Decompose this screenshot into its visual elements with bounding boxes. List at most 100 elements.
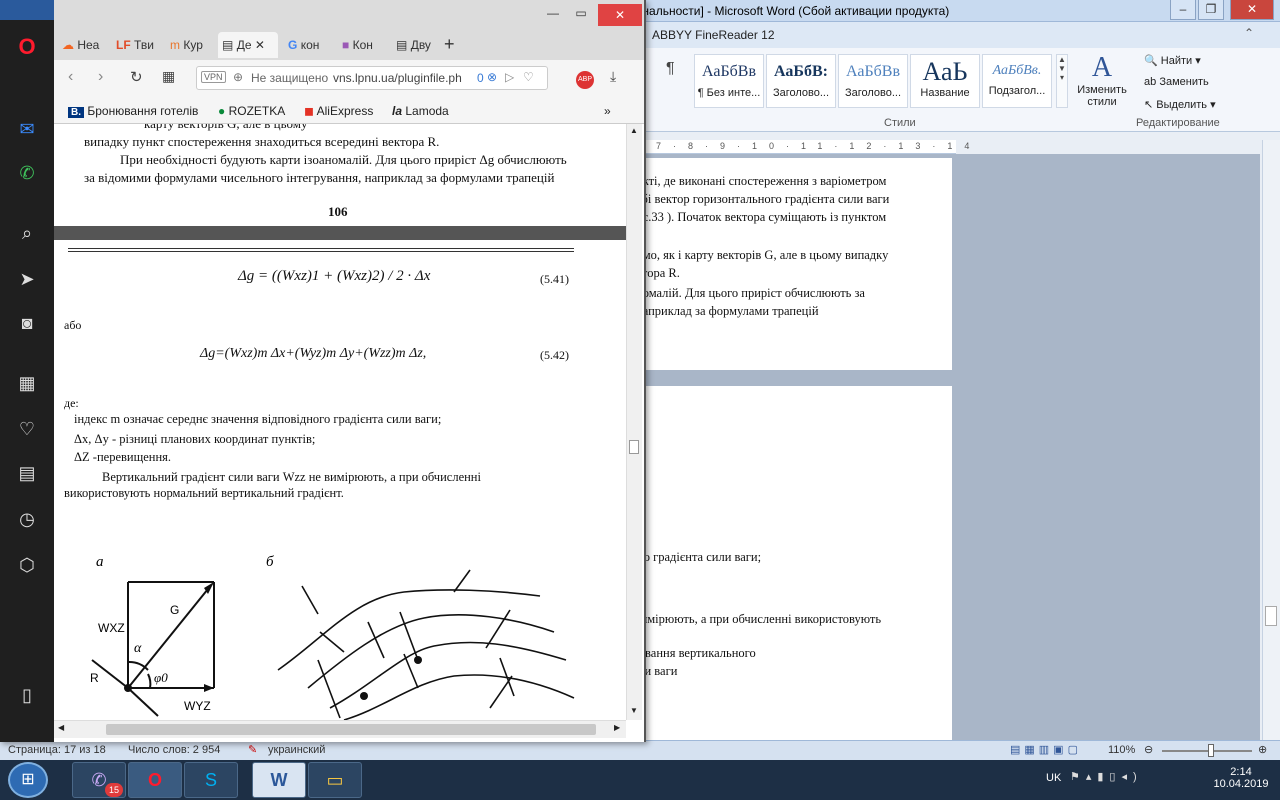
adblock-icon[interactable]: ABP xyxy=(576,68,594,89)
opera-vertical-scrollbar[interactable]: ▲ ▼ xyxy=(626,124,642,720)
label-alpha: α xyxy=(134,641,142,656)
style-subtitle[interactable]: АаБбВв. Подзагол... xyxy=(982,54,1052,108)
tabs-grid-icon[interactable]: ▦ xyxy=(162,68,175,85)
url-field[interactable]: VPN ⊕ Не защищено vns.lpnu.ua/pluginfile… xyxy=(196,66,548,90)
explorer-taskbar-button[interactable]: ▭ xyxy=(308,762,362,798)
tab[interactable]: LF Тви xyxy=(112,32,162,58)
scroll-thumb[interactable] xyxy=(1265,606,1277,626)
bookmark-rozetka[interactable]: ● ROZETKA xyxy=(218,104,285,118)
reload-icon[interactable]: ↻ xyxy=(130,68,143,86)
skype-taskbar-button[interactable]: S xyxy=(184,762,238,798)
clock[interactable]: 2:14 10.04.2019 xyxy=(1206,766,1276,790)
sidebar-toggle-icon[interactable]: ▯ xyxy=(14,682,40,708)
speed-dial-icon[interactable]: ▦ xyxy=(14,370,40,396)
label-phi: φ0 xyxy=(154,670,168,685)
history-icon[interactable]: ◷ xyxy=(14,506,40,532)
styles-scroll[interactable]: ▲ ▼ ▾ xyxy=(1056,54,1068,108)
hscroll-thumb[interactable] xyxy=(106,724,596,735)
word-taskbar-button[interactable]: W xyxy=(252,762,306,798)
proofing-icon[interactable]: ✎ xyxy=(248,743,257,756)
tab[interactable]: G кон xyxy=(284,32,334,58)
doc-line: ного градієнта сили ваги; xyxy=(626,550,762,564)
new-tab-icon[interactable]: + xyxy=(444,34,455,55)
opera-horizontal-scrollbar[interactable]: ◀ ▶ xyxy=(54,720,626,738)
security-status[interactable]: Не защищено xyxy=(251,71,328,85)
minimize-button[interactable]: — xyxy=(540,6,566,24)
change-styles-button[interactable]: A Изменить стили xyxy=(1072,52,1132,108)
url-text[interactable]: vns.lpnu.ua/pluginfile.ph xyxy=(333,71,473,85)
minimize-button[interactable]: – xyxy=(1170,0,1196,20)
replace-button[interactable]: ab Заменить xyxy=(1144,76,1209,88)
zoom-slider-thumb[interactable] xyxy=(1208,744,1214,757)
style-no-spacing[interactable]: АаБбВв ¶ Без инте... xyxy=(694,54,764,108)
find-button[interactable]: 🔍 Найти ▾ xyxy=(1144,54,1201,67)
camera-icon[interactable]: ◙ xyxy=(14,310,40,336)
start-button[interactable]: ⊞ xyxy=(8,762,48,798)
document-page[interactable]: ного градієнта сили ваги; в; е вимірюють… xyxy=(626,386,952,740)
zoom-out-icon[interactable]: ⊖ xyxy=(1144,743,1153,756)
back-icon[interactable]: ‹ xyxy=(68,68,73,86)
collapse-ribbon-icon[interactable]: ⌃ xyxy=(1244,26,1254,40)
tab-abbyy[interactable]: ABBYY FineReader 12 xyxy=(652,28,775,42)
extensions-icon[interactable]: ⬡ xyxy=(14,552,40,578)
download-icon[interactable]: ⤓ xyxy=(610,68,616,85)
bookmark-booking[interactable]: B. Бронювання готелів xyxy=(68,104,198,118)
pdf-viewer[interactable]: карту векторів G, але в цьому випадку пу… xyxy=(54,124,626,720)
maximize-button[interactable]: ▭ xyxy=(568,6,594,24)
tray-icons[interactable]: ⚑▴▮▯◂) xyxy=(1070,770,1143,783)
close-button[interactable]: ✕ xyxy=(1230,0,1274,20)
select-button[interactable]: ↖ Выделить ▾ xyxy=(1144,98,1216,111)
tab[interactable]: m Кур xyxy=(166,32,216,58)
replace-icon: ab xyxy=(1144,76,1157,88)
style-preview: АаБбВв. xyxy=(992,63,1042,78)
tab[interactable]: ■ Кон xyxy=(338,32,388,58)
opera-taskbar-button[interactable]: O xyxy=(128,762,182,798)
input-language[interactable]: UK xyxy=(1046,772,1061,784)
bookmark-aliexpress[interactable]: ◼ AliExpress xyxy=(304,104,373,118)
view-buttons[interactable]: ▤▦▥▣▢ xyxy=(1010,743,1082,756)
tab[interactable]: ▤ Дву xyxy=(392,32,442,58)
zoom-level[interactable]: 110% xyxy=(1108,744,1135,756)
pdf-text: карту векторів G, але в цьому xyxy=(144,124,308,132)
send-icon[interactable]: ➤ xyxy=(14,266,40,292)
pdf-text: за відомими формулами чисельного інтегру… xyxy=(84,170,555,185)
horizontal-ruler[interactable]: 7·8·9·10·11·12·13·14 xyxy=(646,140,969,154)
messenger-icon[interactable]: ✉ xyxy=(14,116,40,142)
opera-logo-icon[interactable]: O xyxy=(14,34,40,60)
scroll-thumb[interactable] xyxy=(629,440,639,454)
bookmark-lamoda[interactable]: la Lamoda xyxy=(392,104,449,118)
word-icon: W xyxy=(270,770,288,790)
scroll-right-icon[interactable]: ▶ xyxy=(614,723,620,732)
news-icon[interactable]: ▤ xyxy=(14,460,40,486)
style-title[interactable]: АаЬ Название xyxy=(910,54,980,108)
scroll-down-icon[interactable]: ▼ xyxy=(630,706,638,715)
tab-active[interactable]: ▤ Де ✕ xyxy=(218,32,278,58)
zoom-slider[interactable] xyxy=(1162,750,1252,752)
maximize-button[interactable]: ❐ xyxy=(1198,0,1224,20)
scroll-up-icon[interactable]: ▲ xyxy=(630,126,638,135)
pilcrow-icon[interactable]: ¶ xyxy=(666,60,675,78)
tab[interactable]: ☁ Неа xyxy=(58,32,108,58)
close-button[interactable]: ✕ xyxy=(598,4,642,26)
style-heading2[interactable]: АаБбВв Заголово... xyxy=(838,54,908,108)
scroll-left-icon[interactable]: ◀ xyxy=(58,723,64,732)
search-icon[interactable]: ⌕ xyxy=(14,220,40,246)
lamoda-icon: la xyxy=(392,104,403,118)
vpn-badge[interactable]: VPN xyxy=(201,71,226,83)
close-tab-icon[interactable]: ✕ xyxy=(255,38,265,52)
page-count[interactable]: Страница: 17 из 18 xyxy=(8,744,106,756)
zoom-in-icon[interactable]: ⊕ xyxy=(1258,743,1267,756)
forward-icon[interactable]: › xyxy=(98,68,103,86)
send-page-icon[interactable]: ▷ xyxy=(505,70,514,84)
whatsapp-icon[interactable]: ✆ xyxy=(14,160,40,186)
word-count[interactable]: Число слов: 2 954 xyxy=(128,744,220,756)
style-heading1[interactable]: АаБбВ: Заголово... xyxy=(766,54,836,108)
word-vertical-scrollbar[interactable] xyxy=(1262,140,1280,740)
heart-icon[interactable]: ♡ xyxy=(14,416,40,442)
more-bookmarks-icon[interactable]: » xyxy=(604,104,611,118)
shield-icon[interactable]: ⊗ xyxy=(487,70,497,84)
document-page[interactable]: нкті, де виконані спостереження з варіом… xyxy=(636,158,952,370)
viber-taskbar-button[interactable]: ✆ 15 xyxy=(72,762,126,798)
bookmark-heart-icon[interactable]: ♡ xyxy=(523,70,534,84)
language[interactable]: украинский xyxy=(268,744,325,756)
